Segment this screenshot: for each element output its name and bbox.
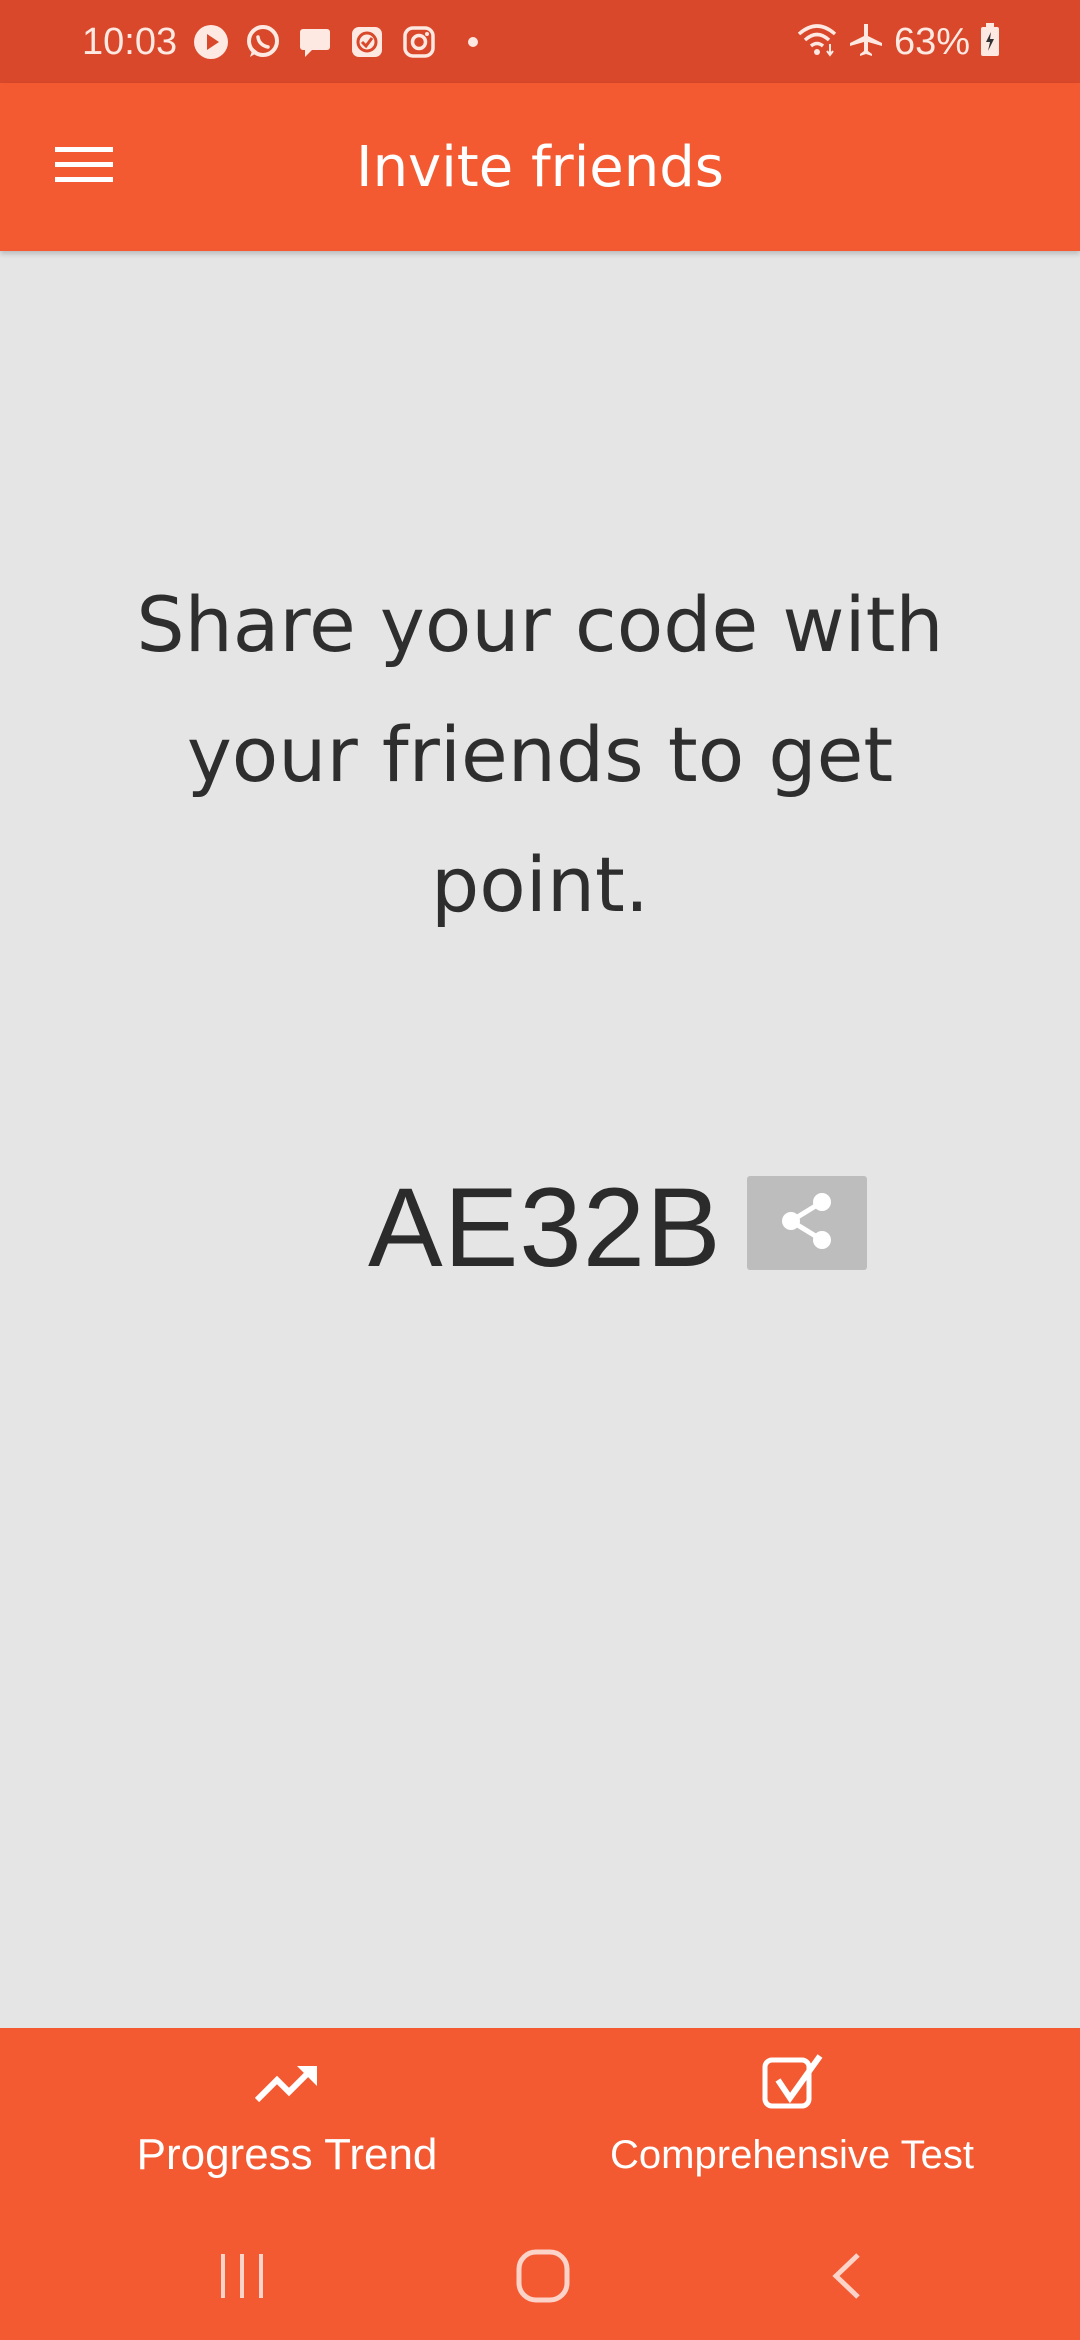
recents-button[interactable]	[182, 2238, 302, 2318]
home-button[interactable]	[483, 2238, 603, 2318]
home-icon	[515, 2248, 571, 2308]
task-icon	[348, 23, 386, 61]
system-navigation-bar	[0, 2216, 1080, 2340]
status-bar: 10:03 63%	[0, 0, 1080, 83]
checklist-icon	[760, 2054, 824, 2118]
invite-code-row: AE32B	[0, 1158, 1080, 1298]
instagram-icon	[400, 23, 438, 61]
battery-percentage: 63%	[893, 21, 970, 63]
wifi-icon	[796, 22, 838, 63]
youtube-icon	[192, 23, 230, 61]
message-icon	[296, 23, 334, 61]
back-icon	[828, 2251, 864, 2305]
trending-up-icon	[254, 2064, 319, 2108]
nav-comprehensive-test-label: Comprehensive Test	[610, 2133, 974, 2177]
system-status-icons: 63%	[796, 18, 1000, 66]
page-title: Invite friends	[356, 135, 724, 200]
battery-icon	[980, 22, 1000, 62]
invite-code: AE32B	[368, 1165, 722, 1290]
notification-icons	[192, 20, 480, 64]
share-button[interactable]	[747, 1176, 867, 1270]
share-icon	[777, 1190, 837, 1256]
airplane-mode-icon	[848, 22, 884, 63]
nav-progress-trend-label: Progress Trend	[136, 2130, 438, 2179]
invite-friends-screen: 10:03 63% Invite friends Share your code…	[0, 0, 1080, 2340]
recents-icon	[217, 2252, 267, 2304]
invite-message: Share your code with your friends to get…	[136, 580, 944, 929]
whatsapp-icon	[244, 23, 282, 61]
back-button[interactable]	[786, 2238, 906, 2318]
app-bar: Invite friends	[0, 83, 1080, 251]
status-time: 10:03	[82, 21, 178, 63]
nav-comprehensive-test[interactable]: Comprehensive Test	[522, 2054, 1062, 2214]
dot-icon	[466, 35, 480, 49]
nav-progress-trend[interactable]: Progress Trend	[17, 2054, 557, 2214]
